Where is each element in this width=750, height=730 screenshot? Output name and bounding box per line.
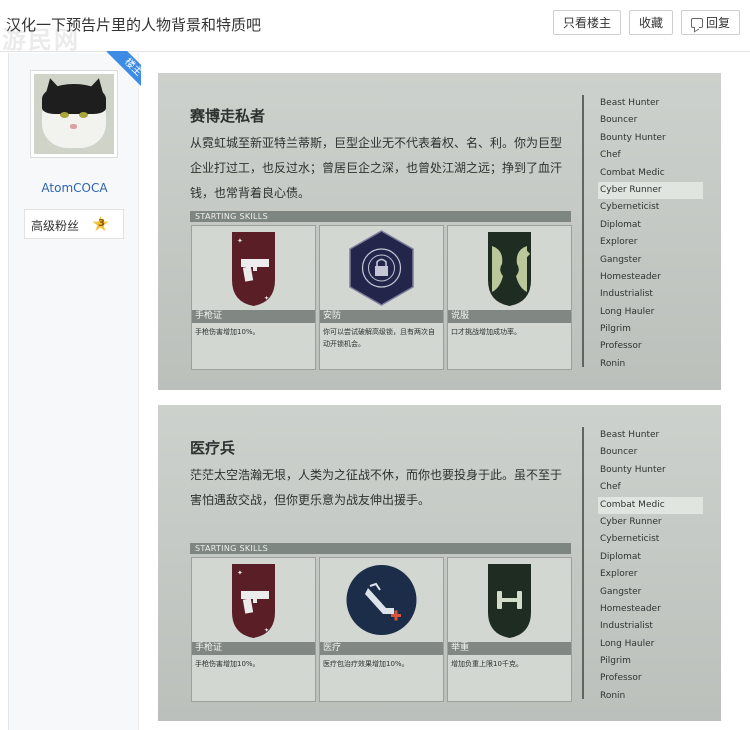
- class-list-item[interactable]: Industrialist: [598, 286, 703, 303]
- fan-level-number: 3: [98, 218, 105, 229]
- post-page: 游民网 汉化一下预告片里的人物背景和特质吧 只看楼主 收藏 回复 楼主 Atom…: [0, 0, 750, 730]
- game-screenshot-combat-medic[interactable]: 医疗兵 茫茫太空浩瀚无垠，人类为之征战不休，而你也要投身于此。虽不至于害怕遇敌交…: [158, 405, 721, 721]
- class-list-item[interactable]: Diplomat: [598, 217, 703, 234]
- class-list-item[interactable]: Bouncer: [598, 444, 703, 461]
- skill-card: 医疗 医疗包治疗效果增加10%。: [319, 557, 444, 702]
- post-header: 游民网 汉化一下预告片里的人物背景和特质吧 只看楼主 收藏 回复: [0, 0, 750, 54]
- svg-text:✦: ✦: [264, 627, 269, 634]
- skill-card: 举重 增加负重上限10千克。: [447, 557, 572, 702]
- pistol-icon: ✦ ✦: [232, 232, 275, 306]
- owner-badge: 楼主: [97, 51, 141, 95]
- skill-card: 安防 你可以尝试破解高级锁，且有两次自动开锁机会。: [319, 225, 444, 370]
- class-list: Beast Hunter Bouncer Bounty Hunter Chef Comb…: [598, 427, 703, 705]
- skill-description: 手枪伤害增加10%。: [195, 660, 260, 668]
- svg-text:✦: ✦: [237, 569, 243, 577]
- post-title: 汉化一下预告片里的人物背景和特质吧: [6, 16, 262, 34]
- reply-icon: [690, 17, 703, 28]
- skill-name: 举重: [448, 642, 571, 655]
- class-list-item[interactable]: Homesteader: [598, 601, 703, 618]
- fan-level-label: 高级粉丝: [31, 219, 80, 233]
- class-list-item[interactable]: Industrialist: [598, 618, 703, 635]
- skill-description: 手枪伤害增加10%。: [195, 328, 260, 336]
- owner-badge-label: 楼主: [106, 51, 141, 95]
- class-list-item[interactable]: Ronin: [598, 688, 703, 705]
- class-list-item[interactable]: Beast Hunter: [598, 427, 703, 444]
- skill-name: 手枪证: [192, 642, 315, 655]
- class-list-item[interactable]: Pilgrim: [598, 653, 703, 670]
- class-title: 赛博走私者: [190, 107, 266, 125]
- class-list-item[interactable]: Cyberneticist: [598, 199, 703, 216]
- class-list-item[interactable]: Gangster: [598, 584, 703, 601]
- lock-icon: [349, 230, 414, 306]
- header-actions: 只看楼主 收藏 回复: [552, 10, 740, 35]
- class-list-item[interactable]: Homesteader: [598, 269, 703, 286]
- class-list-item[interactable]: Cyber Runner: [598, 514, 703, 531]
- class-list: Beast Hunter Bouncer Bounty Hunter Chef Comb…: [598, 95, 703, 373]
- skill-card: ◆ 说服 口才挑战增加成功率。: [447, 225, 572, 370]
- skill-description: 增加负重上限10千克。: [451, 660, 523, 668]
- svg-text:◆: ◆: [524, 249, 531, 258]
- skill-description: 你可以尝试破解高级锁，且有两次自动开锁机会。: [323, 328, 435, 348]
- class-list-item[interactable]: Bounty Hunter: [598, 462, 703, 479]
- class-list-item[interactable]: Bounty Hunter: [598, 130, 703, 147]
- class-list-item[interactable]: Professor: [598, 338, 703, 355]
- medical-icon: [346, 565, 417, 635]
- author-sidebar: 楼主 AtomCOCA 高级粉丝 ★ 3: [8, 51, 141, 730]
- class-list-item[interactable]: Diplomat: [598, 549, 703, 566]
- game-screenshot-cyber-runner[interactable]: 赛博走私者 从霓虹城至新亚特兰蒂斯，巨型企业无不代表着权、名、利。你为巨型企业打…: [158, 73, 721, 390]
- fan-level-badge[interactable]: 高级粉丝 ★ 3: [24, 209, 124, 239]
- class-list-item[interactable]: Bouncer: [598, 112, 703, 129]
- class-list-item[interactable]: Combat Medic: [598, 496, 703, 514]
- pistol-icon: ✦ ✦: [232, 564, 275, 638]
- class-list-item[interactable]: Chef: [598, 147, 703, 164]
- class-list-item[interactable]: Professor: [598, 670, 703, 687]
- class-description: 从霓虹城至新亚特兰蒂斯，巨型企业无不代表着权、名、利。你为巨型企业打过工，也反过…: [190, 136, 563, 200]
- author-username[interactable]: AtomCOCA: [9, 181, 140, 195]
- skill-card: ✦ ✦ 手枪证 手枪伤害增加10%。: [191, 557, 316, 702]
- svg-text:✦: ✦: [264, 295, 269, 302]
- class-list-item[interactable]: Explorer: [598, 234, 703, 251]
- svg-text:✦: ✦: [237, 237, 243, 245]
- class-list-item[interactable]: Chef: [598, 479, 703, 496]
- class-list-item[interactable]: Cyber Runner: [598, 181, 703, 200]
- class-list-item[interactable]: Cyberneticist: [598, 531, 703, 548]
- skill-name: 手枪证: [192, 310, 315, 323]
- class-list-item[interactable]: Beast Hunter: [598, 95, 703, 112]
- favorite-button[interactable]: 收藏: [628, 10, 673, 35]
- starting-skills-header: STARTING SKILLS: [190, 543, 571, 554]
- class-list-scrollbar[interactable]: [582, 95, 584, 367]
- class-list-item[interactable]: Long Hauler: [598, 636, 703, 653]
- class-list-item[interactable]: Pilgrim: [598, 321, 703, 338]
- class-title: 医疗兵: [190, 439, 236, 457]
- dumbbell-icon: [488, 564, 531, 638]
- skill-description: 口才挑战增加成功率。: [451, 328, 521, 336]
- class-list-item[interactable]: Combat Medic: [598, 165, 703, 182]
- skill-card: ✦ ✦ 手枪证 手枪伤害增加10%。: [191, 225, 316, 370]
- skill-name: 医疗: [320, 642, 443, 655]
- only-owner-button[interactable]: 只看楼主: [552, 10, 621, 35]
- reply-button[interactable]: 回复: [680, 10, 740, 35]
- reply-label: 回复: [705, 16, 730, 30]
- favorite-label: 收藏: [638, 16, 663, 30]
- class-list-item[interactable]: Explorer: [598, 566, 703, 583]
- class-description: 茫茫太空浩瀚无垠，人类为之征战不休，而你也要投身于此。虽不至于害怕遇敌交战，但你…: [190, 468, 563, 507]
- class-list-item[interactable]: Gangster: [598, 252, 703, 269]
- skill-name: 安防: [320, 310, 443, 323]
- skill-description: 医疗包治疗效果增加10%。: [323, 660, 409, 668]
- persuasion-icon: ◆: [488, 232, 531, 306]
- class-list-scrollbar[interactable]: [582, 427, 584, 699]
- skill-name: 说服: [448, 310, 571, 323]
- class-list-item[interactable]: Long Hauler: [598, 304, 703, 321]
- only-owner-label: 只看楼主: [562, 16, 611, 30]
- starting-skills-header: STARTING SKILLS: [190, 211, 571, 222]
- class-list-item[interactable]: Ronin: [598, 356, 703, 373]
